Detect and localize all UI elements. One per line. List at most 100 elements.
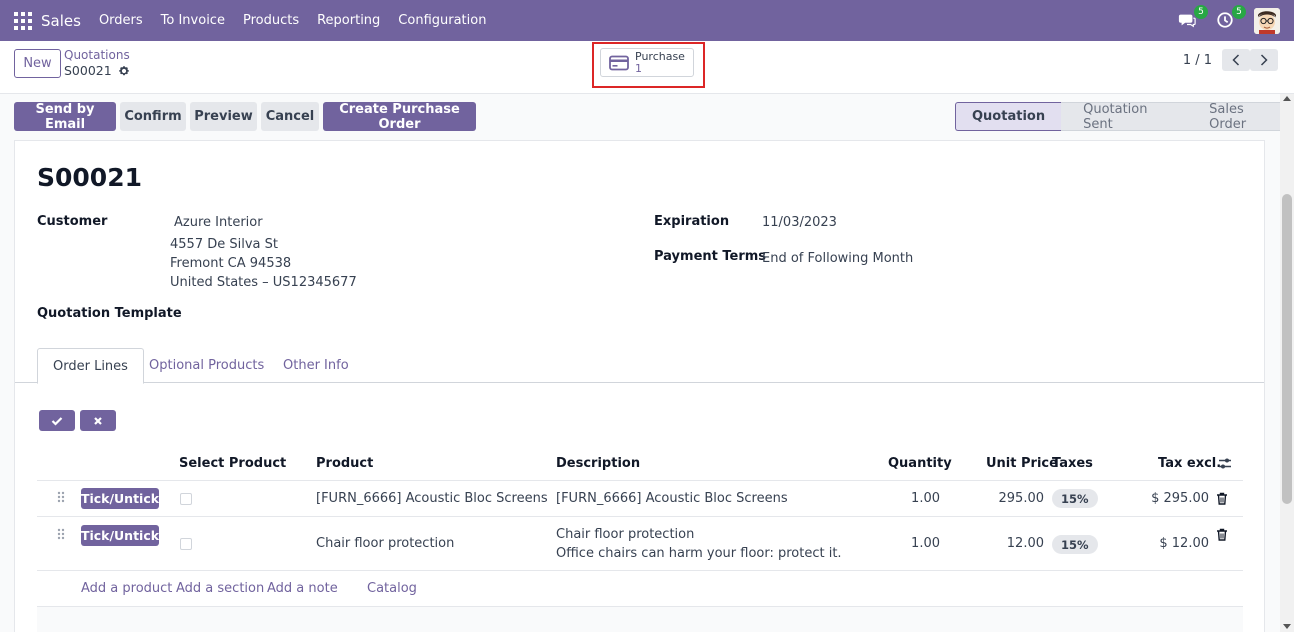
description-cell[interactable]: [FURN_6666] Acoustic Bloc Screens — [556, 491, 788, 506]
col-taxes[interactable]: Taxes — [1052, 456, 1093, 471]
apps-menu-icon[interactable] — [14, 11, 32, 30]
customer-address-line-1: 4557 De Silva St — [170, 237, 278, 252]
trash-icon[interactable] — [1216, 492, 1228, 505]
col-tax-excl[interactable]: Tax excl. — [1158, 456, 1221, 471]
customer-address-line-3: United States – US12345677 — [170, 275, 357, 290]
col-unit-price[interactable]: Unit Price — [986, 456, 1058, 471]
chevron-right-icon — [1260, 54, 1268, 66]
scroll-up-arrow-icon[interactable] — [1283, 96, 1291, 101]
quantity-cell[interactable]: 1.00 — [911, 536, 940, 551]
add-product-link[interactable]: Add a product — [81, 581, 172, 596]
customer-address-line-2: Fremont CA 94538 — [170, 256, 292, 271]
menu-configuration[interactable]: Configuration — [398, 13, 486, 28]
notebook-tabs: Order Lines Optional Products Other Info — [15, 348, 1264, 384]
expiration-label: Expiration — [654, 214, 730, 229]
table-row[interactable]: Tick/Untick [FURN_6666] Acoustic Bloc Sc… — [37, 481, 1243, 517]
order-name: S00021 — [37, 163, 142, 192]
stage-quotation[interactable]: Quotation — [955, 102, 1062, 131]
smart-button-text: Purchase 1 — [635, 49, 685, 75]
stage-sales-order[interactable]: Sales Order — [1187, 102, 1294, 132]
tax-badge[interactable]: 15% — [1052, 535, 1098, 554]
column-settings-icon[interactable] — [1218, 457, 1232, 470]
subtotal-cell: $ 295.00 — [1151, 491, 1209, 506]
table-row[interactable]: Tick/Untick Chair floor protection Chair… — [37, 517, 1243, 571]
top-navbar: Sales Orders To Invoice Products Reporti… — [0, 0, 1294, 41]
subtotal-cell: $ 12.00 — [1159, 536, 1209, 551]
menu-reporting[interactable]: Reporting — [317, 13, 380, 28]
messages-button[interactable]: 5 — [1178, 4, 1208, 31]
menu-to-invoice[interactable]: To Invoice — [161, 13, 225, 28]
smart-button-count: 1 — [635, 61, 642, 75]
app-brand[interactable]: Sales — [41, 12, 81, 30]
form-sheet: S00021 Customer Azure Interior 4557 De S… — [14, 140, 1265, 632]
tab-order-lines[interactable]: Order Lines — [37, 348, 144, 384]
customer-field[interactable]: Azure Interior — [174, 215, 263, 230]
expiration-field[interactable]: 11/03/2023 — [762, 215, 837, 230]
tick-all-button[interactable] — [39, 410, 75, 431]
preview-button[interactable]: Preview — [190, 102, 257, 131]
close-icon — [94, 416, 102, 425]
activities-button[interactable]: 5 — [1216, 4, 1246, 31]
menu-orders[interactable]: Orders — [99, 13, 143, 28]
messages-count-badge: 5 — [1194, 4, 1208, 19]
pager-next-button[interactable] — [1250, 49, 1278, 71]
avatar-face-icon — [1254, 7, 1280, 34]
tick-untick-button[interactable]: Tick/Untick — [81, 525, 159, 546]
control-panel: New Quotations S00021 Purchase 1 1 / 1 — [0, 41, 1294, 94]
scroll-down-arrow-icon[interactable] — [1283, 624, 1291, 629]
smart-button-label: Purchase — [635, 49, 685, 63]
quantity-cell[interactable]: 1.00 — [911, 491, 940, 506]
breadcrumb-current: S00021 — [64, 63, 130, 78]
drag-handle-icon[interactable] — [57, 491, 65, 503]
chevron-left-icon — [1232, 54, 1240, 66]
send-by-email-button[interactable]: Send by Email — [14, 102, 116, 132]
tax-badge[interactable]: 15% — [1052, 489, 1098, 508]
activities-count-badge: 5 — [1232, 4, 1246, 19]
select-product-checkbox[interactable] — [180, 493, 192, 505]
unit-price-cell[interactable]: 12.00 — [1007, 536, 1044, 551]
new-button[interactable]: New — [14, 49, 61, 78]
create-purchase-order-button[interactable]: Create Purchase Order — [323, 102, 476, 132]
user-avatar[interactable] — [1254, 7, 1280, 34]
drag-handle-icon[interactable] — [57, 528, 65, 540]
col-product[interactable]: Product — [316, 456, 373, 471]
payment-terms-field[interactable]: End of Following Month — [762, 251, 913, 266]
add-section-link[interactable]: Add a section — [176, 581, 264, 596]
quotation-template-label: Quotation Template — [37, 306, 182, 321]
unit-price-cell[interactable]: 295.00 — [999, 491, 1045, 506]
add-note-link[interactable]: Add a note — [267, 581, 338, 596]
trash-icon[interactable] — [1216, 528, 1228, 541]
table-footer — [37, 606, 1243, 632]
order-lines-header: Select Product Product Description Quant… — [37, 447, 1243, 481]
page-scrollbar[interactable] — [1280, 94, 1294, 632]
tab-other-info[interactable]: Other Info — [268, 348, 364, 383]
description-cell[interactable]: Chair floor protection — [556, 527, 694, 542]
cancel-button[interactable]: Cancel — [261, 102, 319, 131]
gear-icon[interactable] — [118, 65, 130, 77]
untick-all-button[interactable] — [80, 410, 116, 431]
confirm-button[interactable]: Confirm — [120, 102, 186, 131]
breadcrumb-current-label: S00021 — [64, 63, 112, 78]
payment-terms-label: Payment Terms — [654, 249, 767, 264]
customer-label: Customer — [37, 214, 108, 229]
pager-previous-button[interactable] — [1222, 49, 1250, 71]
stage-quotation-sent[interactable]: Quotation Sent — [1061, 102, 1188, 132]
tick-untick-button[interactable]: Tick/Untick — [81, 488, 159, 509]
scrollbar-thumb[interactable] — [1282, 194, 1292, 504]
status-bar: Quotation Quotation Sent Sales Order — [955, 102, 1294, 132]
pager-value[interactable]: 1 / 1 — [1183, 53, 1212, 68]
check-icon — [51, 416, 63, 426]
description-cell-line-2[interactable]: Office chairs can harm your floor: prote… — [556, 546, 842, 561]
col-select-product[interactable]: Select Product — [179, 456, 286, 471]
col-quantity[interactable]: Quantity — [888, 456, 952, 471]
purchase-smart-button[interactable]: Purchase 1 — [600, 48, 694, 77]
product-cell[interactable]: Chair floor protection — [316, 536, 454, 551]
product-cell[interactable]: [FURN_6666] Acoustic Bloc Screens — [316, 491, 548, 506]
tab-optional-products[interactable]: Optional Products — [134, 348, 279, 383]
breadcrumb-quotations[interactable]: Quotations — [64, 48, 130, 62]
menu-products[interactable]: Products — [243, 13, 299, 28]
select-product-checkbox[interactable] — [180, 538, 192, 550]
credit-card-icon — [609, 55, 629, 70]
col-description[interactable]: Description — [556, 456, 640, 471]
catalog-link[interactable]: Catalog — [367, 581, 417, 596]
